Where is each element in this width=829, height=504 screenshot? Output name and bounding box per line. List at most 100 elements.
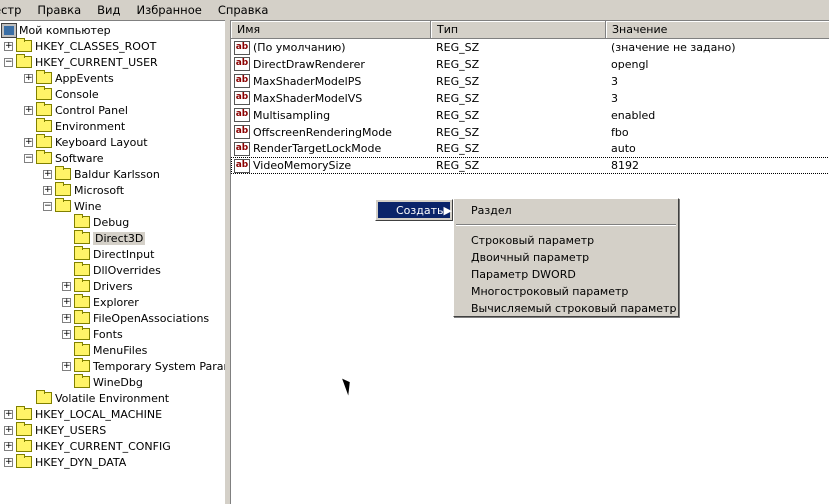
expand-icon[interactable]: + bbox=[62, 361, 71, 371]
folder-icon bbox=[16, 454, 32, 468]
cell-type: REG_SZ bbox=[436, 57, 480, 71]
tree-node[interactable]: DirectInput bbox=[62, 246, 154, 262]
tree-node-label: HKEY_CURRENT_USER bbox=[35, 55, 158, 69]
expand-icon[interactable]: + bbox=[24, 73, 33, 83]
cell-name: ab MaxShaderModelPS bbox=[231, 74, 430, 89]
submenu-item[interactable]: Раздел bbox=[454, 202, 678, 219]
string-value-icon: ab bbox=[234, 141, 250, 156]
list-row[interactable]: ab VideoMemorySize REG_SZ 8192 bbox=[231, 157, 829, 175]
expand-icon[interactable]: + bbox=[62, 281, 71, 291]
column-header-type[interactable]: Тип bbox=[431, 21, 606, 39]
expand-icon[interactable]: + bbox=[43, 185, 52, 195]
tree-node[interactable]: + Keyboard Layout bbox=[24, 134, 148, 150]
folder-icon bbox=[16, 54, 32, 68]
value-name: Multisampling bbox=[253, 108, 331, 122]
tree-node[interactable]: + Control Panel bbox=[24, 102, 128, 118]
tree-node[interactable]: + Fonts bbox=[62, 326, 123, 342]
tree-node-label: Microsoft bbox=[74, 183, 125, 197]
tree-node[interactable]: − Wine bbox=[43, 198, 101, 214]
cell-type: REG_SZ bbox=[436, 74, 480, 88]
menu-0[interactable]: естр bbox=[0, 3, 21, 17]
tree-node[interactable]: MenuFiles bbox=[62, 342, 147, 358]
expand-icon[interactable]: + bbox=[4, 441, 13, 451]
tree-node[interactable]: Environment bbox=[24, 118, 125, 134]
tree-node[interactable]: Мой компьютер bbox=[1, 22, 111, 38]
expand-icon[interactable]: + bbox=[4, 409, 13, 419]
tree-node[interactable]: + Baldur Karlsson bbox=[43, 166, 160, 182]
folder-icon bbox=[74, 294, 90, 308]
tree-node[interactable]: + Temporary System Parameters bbox=[62, 358, 225, 374]
string-value-icon: ab bbox=[234, 158, 250, 173]
cell-data: auto bbox=[611, 142, 636, 156]
value-name: RenderTargetLockMode bbox=[253, 142, 382, 156]
expand-icon[interactable]: + bbox=[4, 425, 13, 435]
submenu-item[interactable]: Двоичный параметр bbox=[454, 249, 678, 266]
column-header-name[interactable]: Имя bbox=[231, 21, 431, 39]
list-row[interactable]: ab MaxShaderModelVS REG_SZ 3 bbox=[231, 90, 829, 107]
menu-3[interactable]: Избранное bbox=[137, 3, 202, 17]
list-row[interactable]: ab RenderTargetLockMode REG_SZ auto bbox=[231, 140, 829, 157]
expand-icon[interactable]: + bbox=[62, 313, 71, 323]
tree-node-label: Explorer bbox=[93, 295, 139, 309]
tree-node[interactable]: − Software bbox=[24, 150, 104, 166]
tree-node-label: Control Panel bbox=[55, 103, 128, 117]
tree-node[interactable]: DllOverrides bbox=[62, 262, 161, 278]
list-row[interactable]: ab Multisampling REG_SZ enabled bbox=[231, 107, 829, 124]
collapse-icon[interactable]: − bbox=[43, 201, 52, 211]
folder-icon bbox=[36, 134, 52, 148]
tree-node[interactable]: + HKEY_LOCAL_MACHINE bbox=[4, 406, 162, 422]
tree-node[interactable]: + FileOpenAssociations bbox=[62, 310, 209, 326]
tree-node[interactable]: + Microsoft bbox=[43, 182, 124, 198]
list-row[interactable]: ab (По умолчанию) REG_SZ (значение не задан… bbox=[231, 39, 829, 56]
menu-1[interactable]: Правка bbox=[37, 3, 81, 17]
submenu-item[interactable]: Параметр DWORD bbox=[454, 266, 678, 283]
submenu-item[interactable]: Многостроковый параметр bbox=[454, 283, 678, 300]
folder-icon bbox=[16, 406, 32, 420]
tree-node[interactable]: + AppEvents bbox=[24, 70, 114, 86]
registry-tree[interactable]: Мой компьютер + HKEY_CLASSES_ROOT − HKEY_CUR… bbox=[0, 20, 225, 504]
tree-node[interactable]: Volatile Environment bbox=[24, 390, 169, 406]
menu-2[interactable]: Вид bbox=[97, 3, 120, 17]
submenu-item[interactable]: Вычисляемый строковый параметр bbox=[454, 300, 678, 317]
tree-node[interactable]: Direct3D bbox=[62, 230, 146, 246]
menu-item-create[interactable]: Создать ▶ bbox=[378, 202, 452, 218]
collapse-icon[interactable]: − bbox=[24, 153, 33, 163]
tree-node-label: HKEY_DYN_DATA bbox=[35, 455, 127, 469]
tree-node-label: MenuFiles bbox=[93, 343, 148, 357]
menu-separator bbox=[456, 224, 676, 226]
tree-node-label: Volatile Environment bbox=[55, 391, 170, 405]
expand-icon[interactable]: + bbox=[4, 457, 13, 467]
expand-icon[interactable]: + bbox=[24, 137, 33, 147]
menu-4[interactable]: Справка bbox=[218, 3, 269, 17]
expand-icon[interactable]: + bbox=[24, 105, 33, 115]
tree-node-label: Direct3D bbox=[93, 231, 146, 245]
tree-node-label: Debug bbox=[93, 215, 130, 229]
tree-node[interactable]: WineDbg bbox=[62, 374, 143, 390]
tree-node[interactable]: + Drivers bbox=[62, 278, 133, 294]
list-row[interactable]: ab MaxShaderModelPS REG_SZ 3 bbox=[231, 73, 829, 90]
value-name: VideoMemorySize bbox=[253, 159, 352, 173]
expand-icon[interactable]: + bbox=[4, 41, 13, 51]
collapse-icon[interactable]: − bbox=[4, 57, 13, 67]
expand-icon[interactable]: + bbox=[62, 297, 71, 307]
cell-data: opengl bbox=[611, 57, 649, 71]
submenu-item[interactable]: Строковый параметр bbox=[454, 232, 678, 249]
column-header-value[interactable]: Значение bbox=[606, 21, 829, 39]
tree-node[interactable]: + Explorer bbox=[62, 294, 139, 310]
tree-node[interactable]: − HKEY_CURRENT_USER bbox=[4, 54, 158, 70]
folder-icon bbox=[16, 438, 32, 452]
expand-icon[interactable]: + bbox=[43, 169, 52, 179]
tree-node[interactable]: + HKEY_CURRENT_CONFIG bbox=[4, 438, 171, 454]
value-name: MaxShaderModelVS bbox=[253, 91, 363, 105]
tree-node-label: HKEY_CURRENT_CONFIG bbox=[35, 439, 171, 453]
submenu-arrow-icon: ▶ bbox=[443, 203, 452, 217]
value-name: (По умолчанию) bbox=[253, 41, 346, 54]
tree-node[interactable]: Debug bbox=[62, 214, 129, 230]
tree-node[interactable]: + HKEY_USERS bbox=[4, 422, 106, 438]
tree-node[interactable]: + HKEY_CLASSES_ROOT bbox=[4, 38, 156, 54]
expand-icon[interactable]: + bbox=[62, 329, 71, 339]
tree-node[interactable]: + HKEY_DYN_DATA bbox=[4, 454, 126, 470]
tree-node[interactable]: Console bbox=[24, 86, 99, 102]
list-row[interactable]: ab OffscreenRenderingMode REG_SZ fbo bbox=[231, 124, 829, 141]
list-row[interactable]: ab DirectDrawRenderer REG_SZ opengl bbox=[231, 56, 829, 73]
